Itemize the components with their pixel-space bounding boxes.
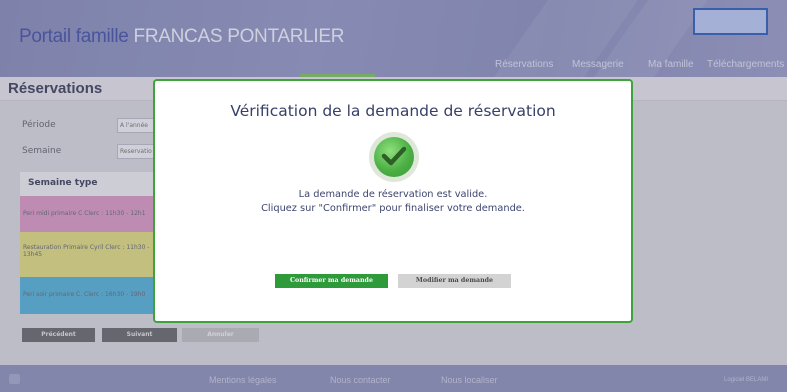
- check-circle-icon: [369, 132, 419, 182]
- dialog-title: Vérification de la demande de réservatio…: [230, 102, 556, 120]
- confirm-instructions: Cliquez sur "Confirmer" pour finaliser v…: [261, 203, 525, 214]
- verification-dialog: Vérification de la demande de réservatio…: [153, 79, 633, 323]
- validation-message: La demande de réservation est valide.: [298, 189, 488, 200]
- confirm-request-button[interactable]: Confirmer ma demande: [275, 274, 388, 288]
- modify-request-button[interactable]: Modifier ma demande: [398, 274, 511, 288]
